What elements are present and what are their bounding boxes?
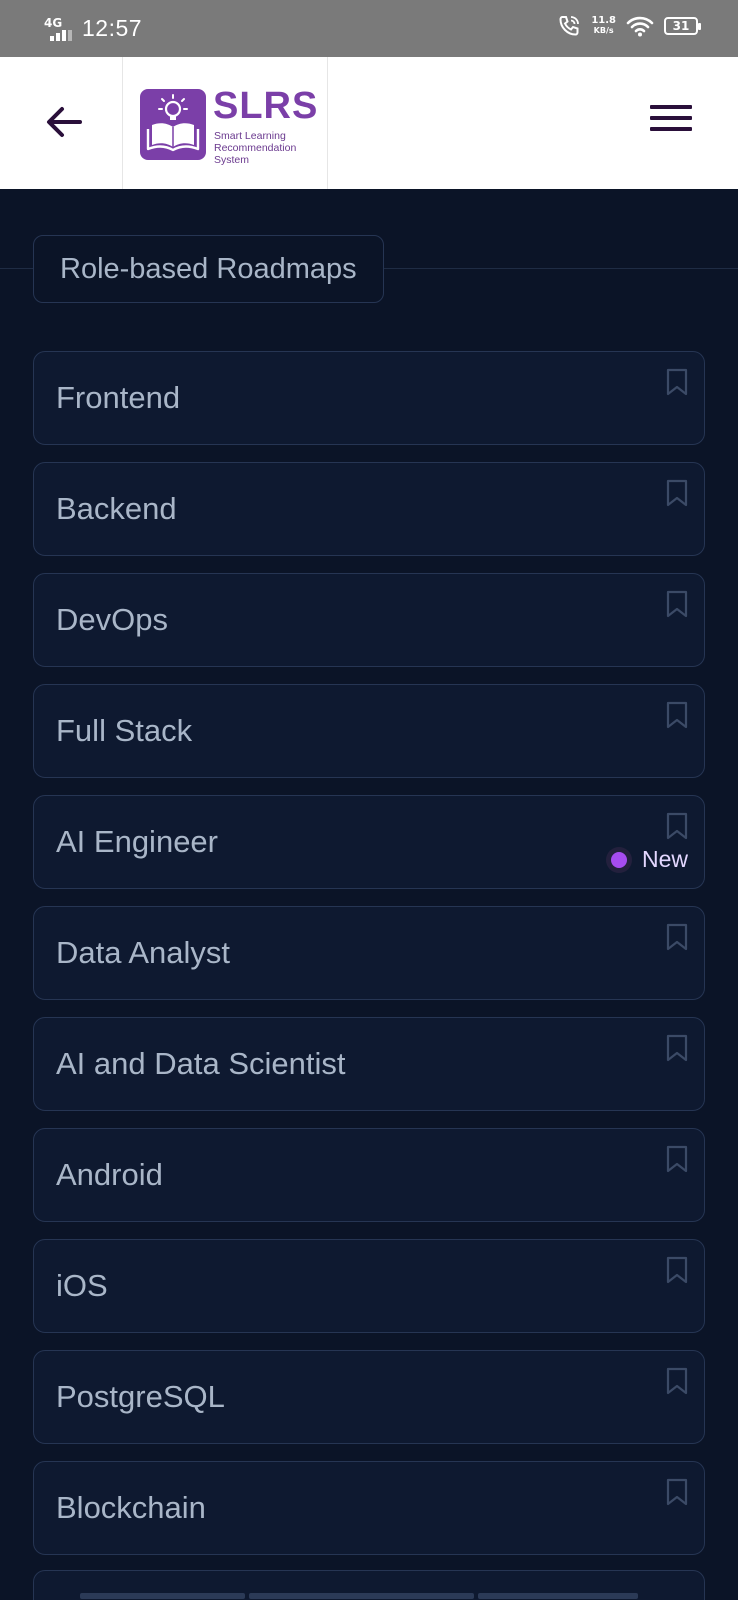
bookmark-icon[interactable] <box>666 923 688 951</box>
network-type: 4G <box>44 16 63 30</box>
roadmap-card[interactable]: DevOps <box>33 573 705 667</box>
roadmap-label: Full Stack <box>56 713 193 748</box>
roadmap-card[interactable]: iOS <box>33 1239 705 1333</box>
bookmark-icon[interactable] <box>666 812 688 840</box>
clock: 12:57 <box>82 14 143 41</box>
logo-subtitle: Smart Learning Recommendation System <box>214 130 297 166</box>
battery-icon: 31 <box>664 17 701 35</box>
roadmap-label: PostgreSQL <box>56 1379 225 1414</box>
roadmap-label: Blockchain <box>56 1490 206 1525</box>
roadmap-label: Data Analyst <box>56 935 231 970</box>
signal-icon: 4G <box>42 14 74 42</box>
roadmap-card[interactable]: PostgreSQL <box>33 1350 705 1444</box>
roadmap-card[interactable]: AI Engineer New <box>33 795 705 889</box>
roadmap-label: Backend <box>56 491 177 526</box>
book-lightbulb-icon <box>140 89 206 160</box>
roadmap-card[interactable]: Data Analyst <box>33 906 705 1000</box>
bookmark-icon[interactable] <box>666 1367 688 1395</box>
roadmap-label: Android <box>56 1157 163 1192</box>
bookmark-icon[interactable] <box>666 368 688 396</box>
roadmap-card-partial[interactable] <box>33 1570 705 1600</box>
app-logo[interactable]: SLRS Smart Learning Recommendation Syste… <box>122 57 328 189</box>
bookmark-icon[interactable] <box>666 1478 688 1506</box>
arrow-left-icon <box>47 107 82 137</box>
section-title: Role-based Roadmaps <box>33 235 384 303</box>
status-left: 4G 12:57 <box>42 14 142 42</box>
roadmap-label: iOS <box>56 1268 108 1303</box>
new-badge: New <box>605 846 688 873</box>
bookmark-icon[interactable] <box>666 701 688 729</box>
badge-label: New <box>641 846 688 872</box>
bookmark-icon[interactable] <box>666 1145 688 1173</box>
app-header: SLRS Smart Learning Recommendation Syste… <box>0 57 738 189</box>
back-button[interactable] <box>40 97 90 147</box>
roadmap-card[interactable]: Backend <box>33 462 705 556</box>
bookmark-icon[interactable] <box>666 1256 688 1284</box>
badge-dot-icon <box>605 846 632 873</box>
bookmark-icon[interactable] <box>666 479 688 507</box>
roadmap-list: Frontend Backend DevOps Full Stack AI Engine… <box>33 351 705 1572</box>
bookmark-icon[interactable] <box>666 1034 688 1062</box>
roadmap-label: DevOps <box>56 602 168 637</box>
roadmap-card[interactable]: Blockchain <box>33 1461 705 1555</box>
wifi-icon <box>626 16 654 37</box>
menu-line <box>650 127 692 131</box>
hamburger-menu-button[interactable] <box>650 105 692 139</box>
wifi-calling-icon <box>559 16 580 36</box>
roadmap-label: AI Engineer <box>56 824 218 859</box>
menu-line <box>650 116 692 120</box>
logo-title: SLRS <box>213 85 319 127</box>
roadmap-label: Frontend <box>56 380 181 415</box>
roadmap-label: AI and Data Scientist <box>56 1046 346 1081</box>
speed-value: 11.8 <box>591 15 616 26</box>
menu-line <box>650 105 692 109</box>
roadmap-card[interactable]: Android <box>33 1128 705 1222</box>
status-right: 11.8 KB/s 31 <box>557 14 701 38</box>
battery-level: 31 <box>672 19 690 33</box>
speed-unit: KB/s <box>593 26 614 35</box>
roadmap-card[interactable]: AI and Data Scientist <box>33 1017 705 1111</box>
roadmap-card[interactable]: Frontend <box>33 351 705 445</box>
roadmap-card[interactable]: Full Stack <box>33 684 705 778</box>
bookmark-icon[interactable] <box>666 590 688 618</box>
network-speed: 11.8 KB/s <box>591 16 616 36</box>
status-bar: 4G 12:57 11.8 KB/s 31 <box>0 0 738 57</box>
